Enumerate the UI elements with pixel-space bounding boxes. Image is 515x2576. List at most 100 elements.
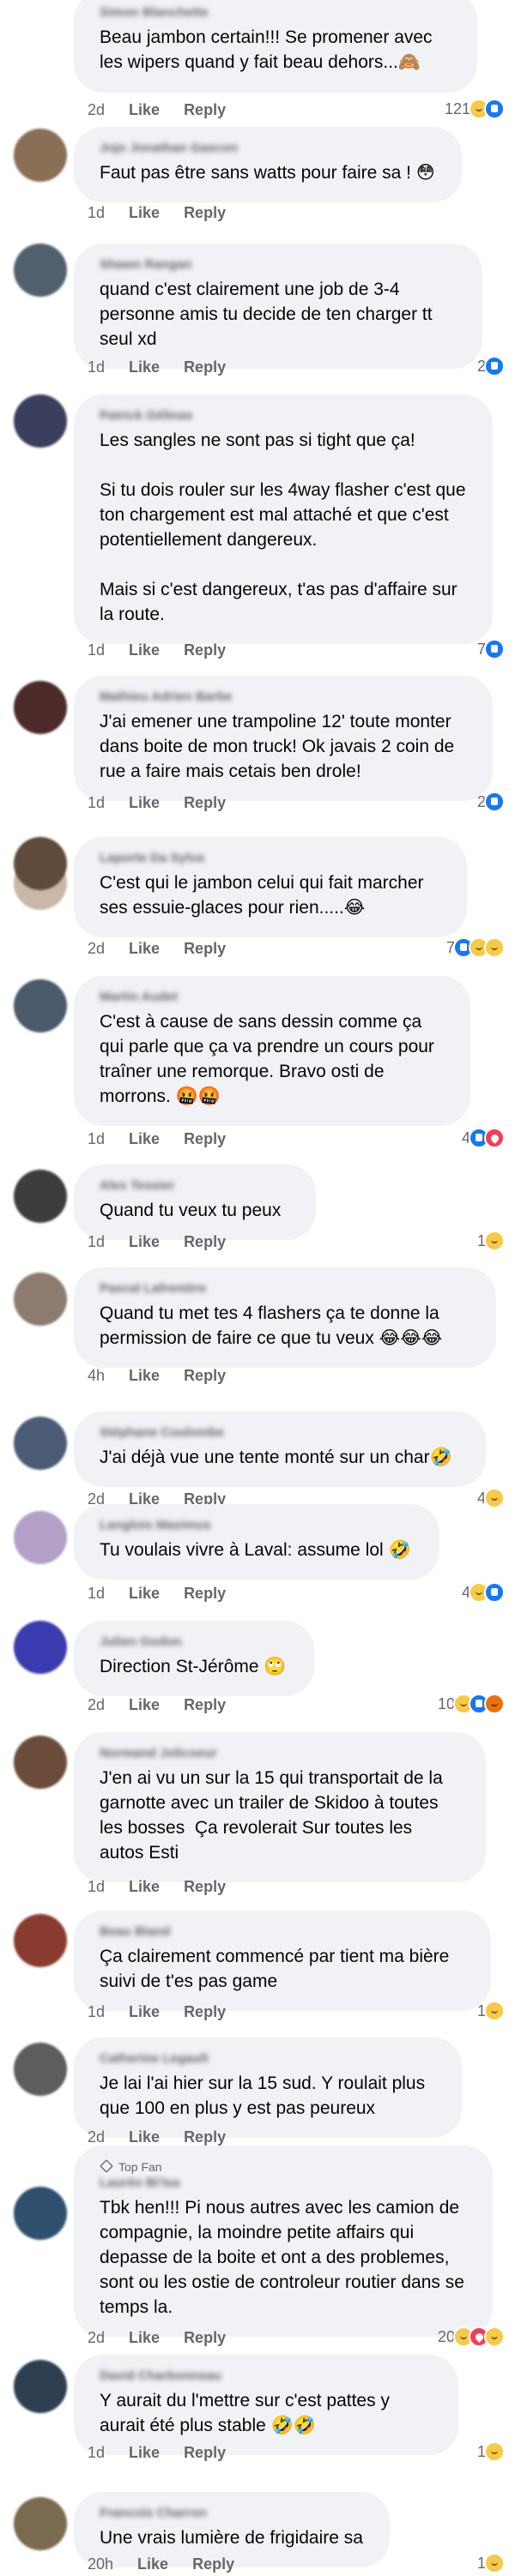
reaction-summary[interactable]: 1 [477, 1998, 505, 2024]
comment-timestamp[interactable]: 4h [88, 1367, 105, 1384]
comment-timestamp[interactable]: 2d [88, 101, 105, 118]
comment-timestamp[interactable]: 1d [88, 1585, 105, 1602]
comment-timestamp[interactable]: 1d [88, 1233, 105, 1250]
like-button[interactable]: Like [129, 358, 160, 376]
comment-timestamp[interactable]: 2d [88, 2329, 105, 2346]
reply-button[interactable]: Reply [184, 2329, 226, 2346]
comment-timestamp[interactable]: 20h [88, 2555, 113, 2573]
reply-button[interactable]: Reply [184, 940, 226, 957]
comment-author[interactable]: Stéphane Coulombe [100, 1425, 460, 1440]
avatar[interactable] [14, 1621, 67, 1674]
like-button[interactable]: Like [137, 2555, 168, 2573]
like-button[interactable]: Like [129, 1696, 160, 1713]
avatar[interactable] [14, 681, 67, 734]
reply-button[interactable]: Reply [184, 1130, 226, 1147]
comment-author[interactable]: Martin Audet [100, 990, 445, 1004]
reply-button[interactable]: Reply [184, 794, 226, 811]
reaction-summary[interactable]: 4 [462, 1125, 505, 1151]
avatar[interactable] [14, 1273, 67, 1326]
reaction-summary[interactable]: 4 [477, 1485, 505, 1511]
comment-timestamp[interactable]: 1d [88, 204, 105, 221]
comment-timestamp[interactable]: 1d [88, 2444, 105, 2461]
reaction-summary[interactable]: 2 [477, 789, 505, 815]
comment-timestamp[interactable]: 1d [88, 1878, 105, 1895]
like-button[interactable]: Like [129, 794, 160, 811]
reaction-summary[interactable]: 2 [477, 353, 505, 379]
comment-author[interactable]: Francois Charron [100, 2506, 364, 2520]
like-button[interactable]: Like [129, 1130, 160, 1147]
reply-button[interactable]: Reply [184, 1367, 226, 1384]
comment-author[interactable]: Catherine Legault [100, 2051, 436, 2066]
like-button[interactable]: Like [129, 1585, 160, 1602]
comment-author[interactable]: David Charbonneau [100, 2368, 433, 2383]
comment-timestamp[interactable]: 1d [88, 1130, 105, 1147]
like-button[interactable]: Like [129, 2444, 160, 2461]
avatar[interactable] [14, 1417, 67, 1470]
reply-button[interactable]: Reply [192, 2555, 234, 2573]
like-button[interactable]: Like [129, 2329, 160, 2346]
comment-timestamp[interactable]: 2d [88, 2128, 105, 2146]
reply-button[interactable]: Reply [184, 2444, 226, 2461]
comment-author[interactable]: Julien Godon [100, 1634, 288, 1649]
comment-author[interactable]: Mathieu Adrien Barbe [100, 689, 467, 704]
reply-button[interactable]: Reply [184, 2128, 226, 2146]
comment-author[interactable]: Patrick Gélinas [100, 408, 467, 423]
reply-button[interactable]: Reply [184, 204, 226, 221]
reply-button[interactable]: Reply [184, 1696, 226, 1713]
avatar[interactable] [14, 1170, 67, 1223]
like-button[interactable]: Like [129, 2003, 160, 2020]
like-button[interactable]: Like [129, 1878, 160, 1895]
avatar[interactable] [14, 1736, 67, 1789]
comment-timestamp[interactable]: 1d [88, 2003, 105, 2020]
comment-author[interactable]: Shawn Rangan [100, 257, 457, 272]
like-button[interactable]: Like [129, 641, 160, 659]
comment-author[interactable]: Jojo Jonathan Gascon [100, 141, 436, 155]
comment-author[interactable]: Beau Bland [100, 1924, 465, 1939]
reaction-summary[interactable]: 1 [477, 1228, 505, 1254]
reaction-summary[interactable]: 7 [477, 636, 505, 662]
comment-author[interactable]: Laporte Da Sylva [100, 851, 441, 865]
avatar[interactable] [14, 1511, 67, 1564]
comment-timestamp[interactable]: 1d [88, 794, 105, 811]
reaction-summary[interactable]: 10 [438, 1691, 505, 1717]
reaction-summary[interactable]: 1 [477, 2550, 505, 2576]
comment-author[interactable]: Alex Tessier [100, 1178, 290, 1193]
reaction-summary[interactable]: 7 [446, 935, 505, 960]
reaction-summary[interactable]: 20 [438, 2324, 505, 2350]
reaction-summary[interactable]: 1 [477, 2439, 505, 2465]
comment-author[interactable]: Pascal Lafrenière [100, 1281, 470, 1296]
reply-button[interactable]: Reply [184, 2003, 226, 2020]
comment-timestamp[interactable]: 1d [88, 641, 105, 659]
reply-button[interactable]: Reply [184, 1878, 226, 1895]
avatar[interactable] [14, 394, 67, 448]
like-button[interactable]: Like [129, 204, 160, 221]
like-button[interactable]: Like [129, 1233, 160, 1250]
avatar[interactable] [14, 129, 67, 182]
avatar[interactable] [14, 244, 67, 297]
like-button[interactable]: Like [129, 101, 160, 118]
avatar[interactable] [14, 837, 67, 890]
reply-button[interactable]: Reply [184, 1233, 226, 1250]
comment-timestamp[interactable]: 1d [88, 358, 105, 376]
comment-author[interactable]: Simon Blanchette [100, 5, 451, 20]
reply-button[interactable]: Reply [184, 1585, 226, 1602]
reaction-summary[interactable]: 121 [445, 96, 505, 122]
comment-timestamp[interactable]: 2d [88, 1696, 105, 1713]
avatar[interactable] [14, 1914, 67, 1967]
like-button[interactable]: Like [129, 940, 160, 957]
like-button[interactable]: Like [129, 1367, 160, 1384]
avatar[interactable] [14, 2043, 67, 2096]
reaction-summary[interactable]: 4 [462, 1580, 505, 1605]
reply-button[interactable]: Reply [184, 358, 226, 376]
reply-button[interactable]: Reply [184, 641, 226, 659]
like-button[interactable]: Like [129, 2128, 160, 2146]
comment-timestamp[interactable]: 2d [88, 940, 105, 957]
comment-author[interactable]: Normand Jolicoeur [100, 1746, 460, 1760]
comment-author[interactable]: Lauréo Bi'Isa [100, 2176, 467, 2190]
avatar[interactable] [14, 979, 67, 1032]
avatar[interactable] [14, 2497, 67, 2550]
comment-author[interactable]: Langlois Maximus [100, 1518, 414, 1532]
avatar[interactable] [14, 2187, 67, 2240]
avatar[interactable] [14, 2360, 67, 2413]
reply-button[interactable]: Reply [184, 101, 226, 118]
